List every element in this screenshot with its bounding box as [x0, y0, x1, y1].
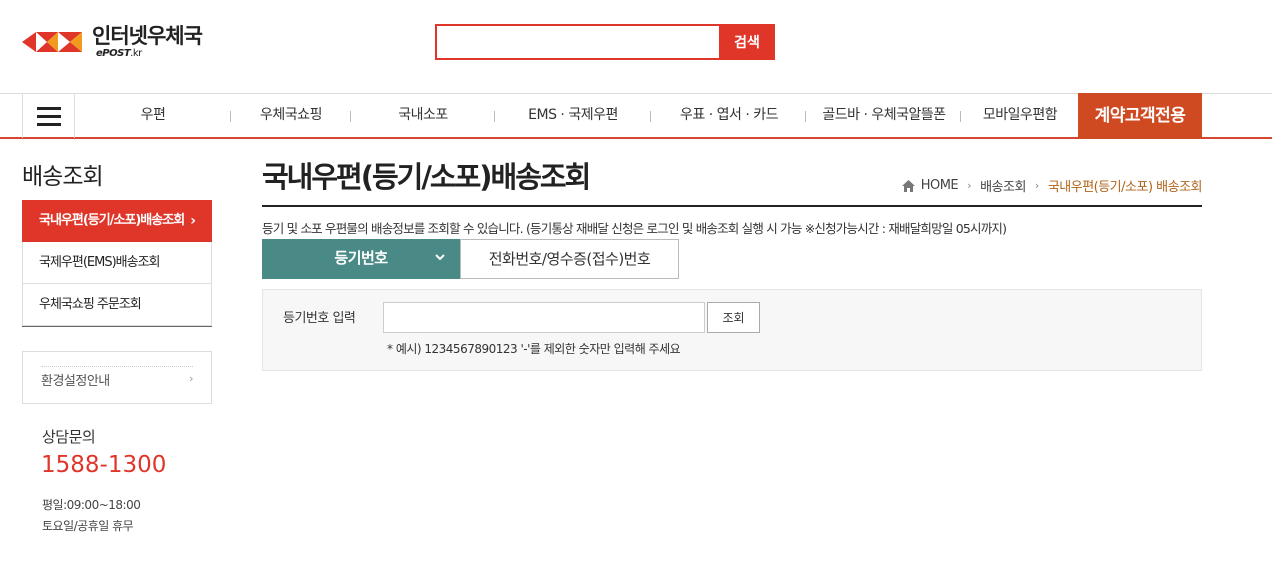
gnb-separator: [650, 111, 651, 122]
chevron-right-icon: ›: [190, 213, 196, 229]
sidebar-item-domestic[interactable]: 국내우편(등기/소포)배송조회 ›: [22, 200, 212, 242]
sidebar-item-label: 국제우편(EMS)배송조회: [39, 255, 161, 270]
registered-number-input[interactable]: [383, 302, 705, 333]
page-title: 국내우편(등기/소포)배송조회: [262, 160, 591, 194]
sidebar-item-label: 우체국쇼핑 주문조회: [39, 297, 142, 312]
global-nav: 우편 우체국쇼핑 국내소포 EMS · 국제우편 우표 · 엽서 · 카드 골드…: [0, 93, 1272, 139]
logo-en-text: ePOST: [96, 48, 131, 59]
breadcrumb: HOME › 배송조회 › 국내우편(등기/소포) 배송조회: [901, 176, 1203, 195]
contract-customer-button[interactable]: 계약고객전용: [1078, 93, 1202, 139]
consult-title: 상담문의: [42, 428, 96, 446]
breadcrumb-current: 국내우편(등기/소포) 배송조회: [1047, 180, 1203, 195]
search-form: 등기번호 입력 조회 * 예시) 1234567890123 '-'를 제외한 …: [262, 289, 1202, 371]
logo-text: 인터넷우체국: [92, 24, 203, 48]
epost-logo[interactable]: 인터넷우체국 ePOST.kr: [22, 24, 212, 60]
form-label: 등기번호 입력: [283, 311, 356, 326]
tab-registered-number[interactable]: 등기번호: [262, 239, 460, 279]
home-icon: [901, 179, 915, 192]
search-input[interactable]: [435, 24, 719, 60]
tab-label: 전화번호/영수증(접수)번호: [488, 250, 651, 268]
sidebar-item-label: 국내우편(등기/소포)배송조회: [39, 213, 185, 228]
tab-phone-receipt[interactable]: 전화번호/영수증(접수)번호: [460, 239, 679, 279]
gnb-item-mobile[interactable]: 모바일우편함: [972, 94, 1068, 138]
gnb-separator: [805, 111, 806, 122]
consult-hours: 평일:09:00~18:00 토요일/공휴일 휴무: [42, 495, 141, 537]
tab-label: 등기번호: [334, 249, 388, 267]
sidebar-menu: 국내우편(등기/소포)배송조회 › 국제우편(EMS)배송조회 우체국쇼핑 주문…: [22, 200, 212, 327]
sidebar-title: 배송조회: [22, 164, 104, 190]
lookup-button[interactable]: 조회: [707, 302, 760, 333]
chevron-down-icon: [434, 239, 446, 291]
gnb-item-ems[interactable]: EMS · 국제우편: [514, 94, 632, 138]
breadcrumb-tracking[interactable]: 배송조회: [980, 176, 1026, 195]
gnb-item-shopping[interactable]: 우체국쇼핑: [240, 94, 342, 138]
hours-weekday: 평일:09:00~18:00: [42, 498, 141, 512]
gnb-separator: [494, 111, 495, 122]
gnb-item-parcel[interactable]: 국내소포: [372, 94, 474, 138]
page-description: 등기 및 소포 우편물의 배송정보를 조회할 수 있습니다. (등기통상 재배달…: [262, 221, 1007, 236]
gnb-separator: [960, 111, 961, 122]
gnb-item-mail[interactable]: 우편: [106, 94, 200, 138]
gnb-separator: [350, 111, 351, 122]
search-bar: 검색: [435, 24, 775, 60]
epost-logo-icon: [22, 32, 82, 52]
chevron-right-icon: ›: [189, 372, 193, 385]
search-button[interactable]: 검색: [719, 24, 775, 60]
env-settings-link[interactable]: 환경설정안내 ›: [22, 351, 212, 404]
gnb-item-goldbar[interactable]: 골드바 · 우체국알뜰폰: [814, 94, 954, 138]
chevron-right-icon: ›: [1034, 179, 1039, 192]
search-tabs: 등기번호 전화번호/영수증(접수)번호: [262, 239, 679, 279]
form-note: * 예시) 1234567890123 '-'를 제외한 숫자만 입력해 주세요: [387, 342, 681, 356]
breadcrumb-home[interactable]: HOME: [921, 178, 959, 193]
gnb-separator: [230, 111, 231, 122]
sidebar-item-shopping[interactable]: 우체국쇼핑 주문조회: [22, 284, 212, 326]
hours-weekend: 토요일/공휴일 휴무: [42, 519, 134, 533]
title-divider: [262, 205, 1202, 207]
env-settings-label: 환경설정안내: [41, 374, 110, 389]
gnb-item-stamps[interactable]: 우표 · 엽서 · 카드: [665, 94, 793, 138]
sidebar-item-ems[interactable]: 국제우편(EMS)배송조회: [22, 242, 212, 284]
hamburger-menu-icon[interactable]: [22, 94, 75, 138]
logo-en-suffix: .kr: [130, 48, 142, 59]
consult-phone: 1588-1300: [41, 452, 167, 478]
chevron-right-icon: ›: [967, 179, 972, 192]
